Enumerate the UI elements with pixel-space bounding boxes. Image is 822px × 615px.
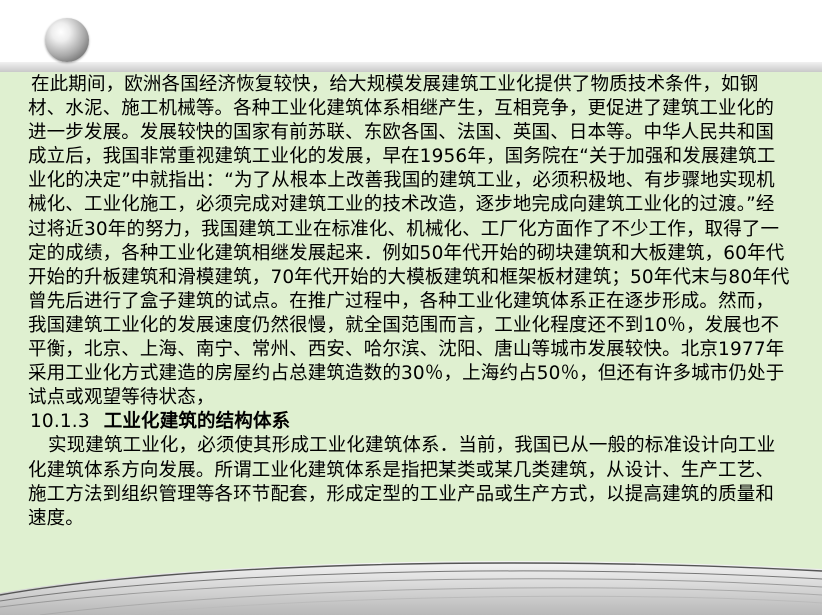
swoosh-fill	[0, 561, 822, 615]
slide: 在此期间，欧洲各国经济恢复较快，给大规模发展建筑工业化提供了物质技术条件，如钢材…	[0, 0, 822, 615]
paragraph-development-history: 在此期间，欧洲各国经济恢复较快，给大规模发展建筑工业化提供了物质技术条件，如钢材…	[28, 74, 790, 409]
slide-body-text: 在此期间，欧洲各国经济恢复较快，给大规模发展建筑工业化提供了物质技术条件，如钢材…	[28, 73, 792, 531]
bottom-swoosh-decoration	[0, 561, 822, 615]
section-title: 工业化建筑的结构体系	[103, 411, 291, 433]
paragraph-building-system: 实现建筑工业化，必须使其形成工业化建筑体系．当前，我国已从一般的标准设计向工业化…	[28, 435, 776, 529]
header-divider-stripe	[0, 62, 822, 72]
section-number: 10.1.3	[30, 411, 90, 433]
section-heading: 10.1.3 工业化建筑的结构体系	[28, 410, 792, 434]
gray-sphere-icon	[45, 18, 89, 62]
